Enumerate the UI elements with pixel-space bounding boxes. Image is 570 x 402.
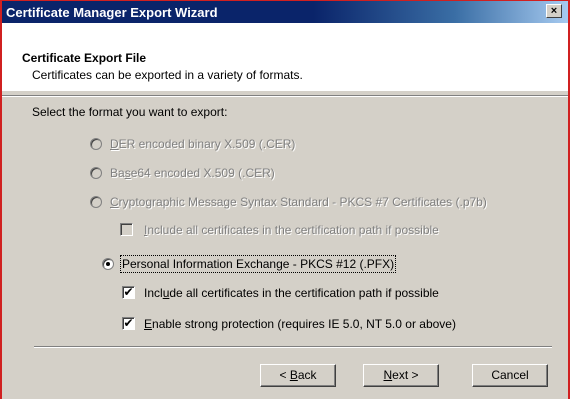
window-title: Certificate Manager Export Wizard [6,5,218,20]
checkmark-icon: ✔ [123,285,134,299]
checkbox-pkcs7-include-all-box[interactable] [120,223,133,236]
wizard-window: Certificate Manager Export Wizard × Cert… [0,0,570,399]
header-divider [2,95,568,97]
page-title: Certificate Export File [22,51,147,65]
cancel-button[interactable]: Cancel [472,364,548,387]
checkbox-strong-protection-box[interactable]: ✔ [122,317,135,330]
page-subtitle: Certificates can be exported in a variet… [32,68,303,82]
radio-pfx[interactable] [102,258,114,270]
radio-pfx-label: Personal Information Exchange - PKCS #12… [119,255,397,273]
radio-der-label: DER encoded binary X.509 (.CER) [110,137,296,151]
checkbox-pfx-include-all-label: Include all certificates in the certific… [144,286,439,300]
checkbox-pkcs7-include-all-label: Include all certificates in the certific… [144,223,439,237]
radio-base64-label: Base64 encoded X.509 (.CER) [110,166,275,180]
radio-pkcs7-label: Cryptographic Message Syntax Standard - … [110,195,487,209]
title-bar[interactable]: Certificate Manager Export Wizard × [2,1,568,23]
wizard-header: Certificate Export File Certificates can… [2,23,568,91]
format-prompt: Select the format you want to export: [32,105,228,119]
checkmark-icon: ✔ [123,316,134,330]
radio-pkcs7[interactable] [90,196,102,208]
radio-der[interactable] [90,138,102,150]
back-button[interactable]: < Back [260,364,336,387]
footer-divider [34,346,552,348]
checkbox-strong-protection-label: Enable strong protection (requires IE 5.… [144,317,456,331]
close-icon: × [550,5,558,17]
checkbox-pfx-include-all-box[interactable]: ✔ [122,286,135,299]
next-button[interactable]: Next > [363,364,439,387]
radio-base64[interactable] [90,167,102,179]
close-button[interactable]: × [546,4,562,18]
